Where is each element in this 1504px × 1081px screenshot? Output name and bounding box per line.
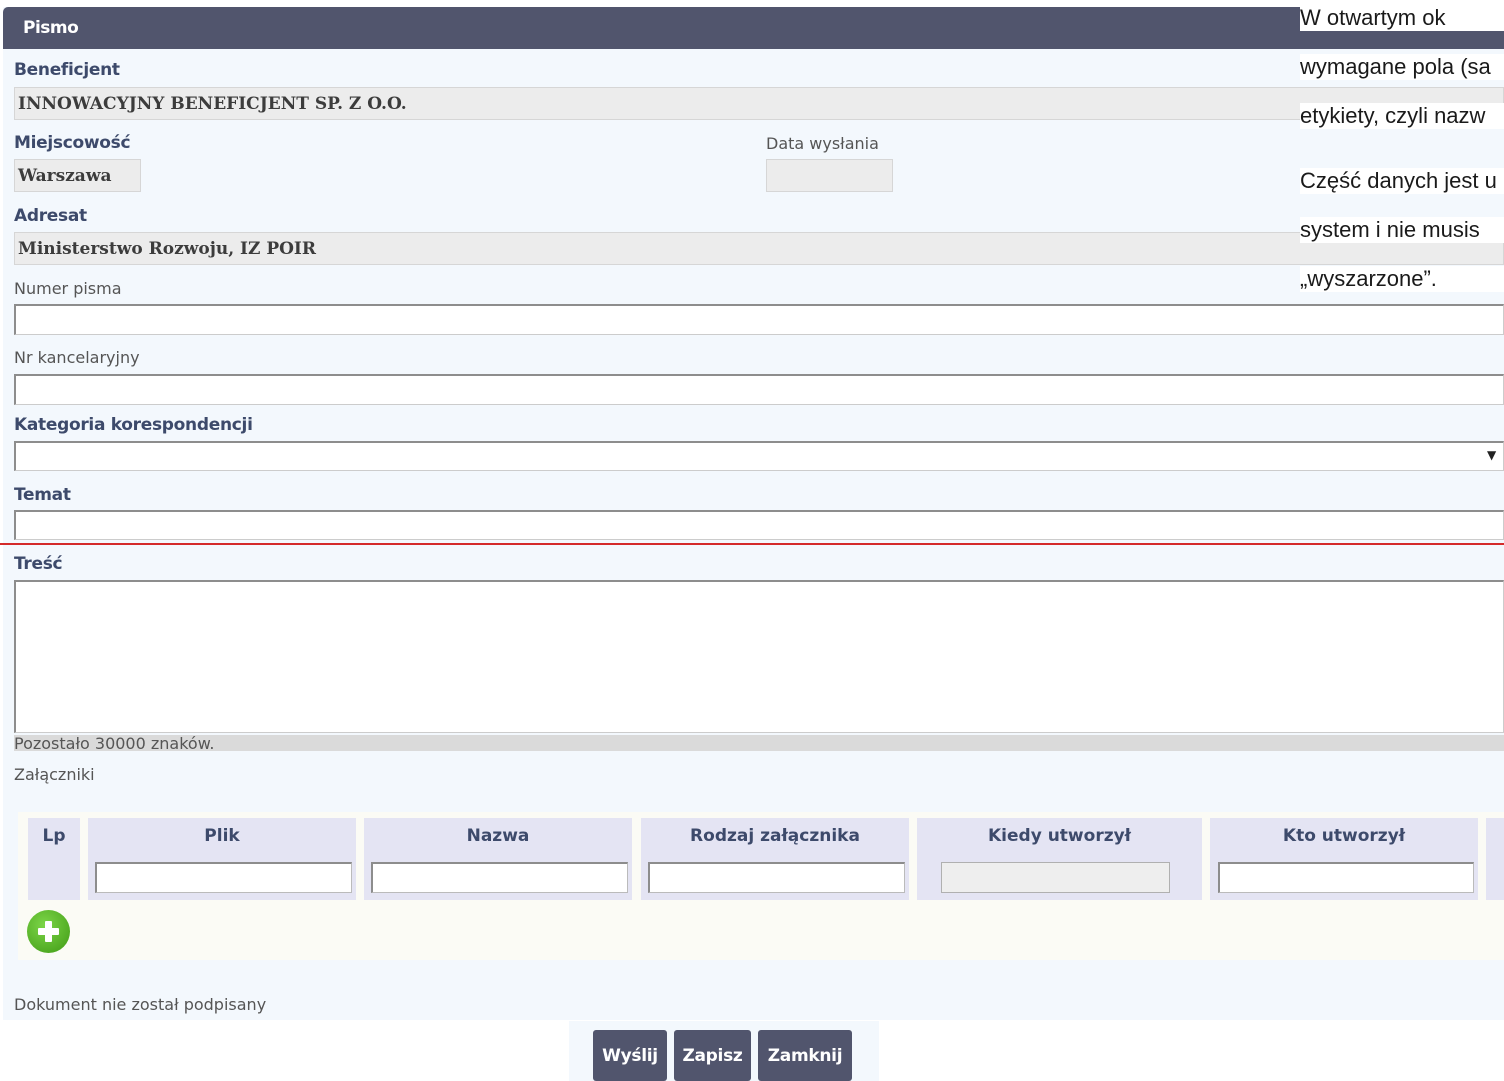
- beneficjent-label: Beneficjent: [14, 60, 120, 80]
- kiedy-utworzyl-field: [941, 862, 1170, 893]
- temat-input[interactable]: [14, 510, 1504, 540]
- column-header-kiedy-label: Kiedy utworzył: [988, 826, 1131, 846]
- kategoria-select[interactable]: [14, 441, 1504, 471]
- char-counter-bar: Pozostało 30000 znaków.: [14, 734, 1504, 753]
- column-header-lp: Lp: [28, 818, 80, 900]
- form-title-bar: Pismo: [3, 7, 1504, 49]
- adresat-field: Ministerstwo Rozwoju, IZ POIR: [14, 232, 1504, 265]
- send-button[interactable]: Wyślij: [593, 1030, 667, 1081]
- miejscowosc-field: Warszawa: [14, 159, 141, 192]
- save-button[interactable]: Zapisz: [674, 1030, 751, 1081]
- tresc-textarea[interactable]: [14, 580, 1504, 733]
- help-text-line-4: Część danych jest u: [1300, 168, 1504, 194]
- numer-pisma-input[interactable]: [14, 304, 1504, 335]
- help-text-line-2: wymagane pola (sa: [1300, 54, 1504, 80]
- column-header-kto-label: Kto utworzył: [1282, 826, 1406, 846]
- signature-status: Dokument nie został podpisany: [14, 995, 267, 1014]
- column-header-extra: [1486, 818, 1504, 900]
- adresat-label: Adresat: [14, 206, 87, 226]
- beneficjent-value: INNOWACYJNY BENEFICJENT SP. Z O.O.: [18, 94, 407, 114]
- plik-input[interactable]: [95, 862, 352, 893]
- miejscowosc-label: Miejscowość: [14, 133, 131, 153]
- column-header-lp-label: Lp: [42, 826, 66, 846]
- validation-error-line: [0, 543, 1504, 545]
- column-header-nazwa-label: Nazwa: [466, 826, 530, 846]
- zalaczniki-label: Załączniki: [14, 765, 95, 784]
- rodzaj-input[interactable]: [648, 862, 905, 893]
- help-text-line-3: etykiety, czyli nazw: [1300, 103, 1504, 129]
- temat-label: Temat: [14, 485, 71, 505]
- nr-kancelaryjny-input[interactable]: [14, 374, 1504, 405]
- char-counter-text: Pozostało 30000 znaków.: [14, 734, 215, 753]
- help-text-line-5: system i nie musis: [1300, 217, 1504, 243]
- help-text-line-6: „wyszarzone”.: [1300, 266, 1504, 292]
- adresat-value: Ministerstwo Rozwoju, IZ POIR: [18, 239, 316, 259]
- add-attachment-button[interactable]: [27, 910, 70, 953]
- form-title: Pismo: [23, 18, 79, 38]
- beneficjent-field: INNOWACYJNY BENEFICJENT SP. Z O.O.: [14, 87, 1504, 120]
- numer-pisma-label: Numer pisma: [14, 279, 122, 298]
- dropdown-arrow-icon[interactable]: ▼: [1487, 448, 1496, 462]
- tresc-label: Treść: [14, 554, 63, 574]
- nazwa-input[interactable]: [371, 862, 628, 893]
- column-header-rodzaj-label: Rodzaj załącznika: [690, 826, 860, 846]
- kto-utworzyl-input[interactable]: [1218, 862, 1474, 893]
- data-wyslania-field: [766, 159, 893, 192]
- kategoria-label: Kategoria korespondencji: [14, 415, 253, 435]
- data-wyslania-label: Data wysłania: [766, 134, 879, 153]
- help-text-line-1: W otwartym ok: [1300, 5, 1504, 31]
- column-header-plik-label: Plik: [204, 826, 240, 846]
- nr-kancelaryjny-label: Nr kancelaryjny: [14, 348, 140, 367]
- miejscowosc-value: Warszawa: [18, 166, 112, 186]
- close-button[interactable]: Zamknij: [758, 1030, 852, 1081]
